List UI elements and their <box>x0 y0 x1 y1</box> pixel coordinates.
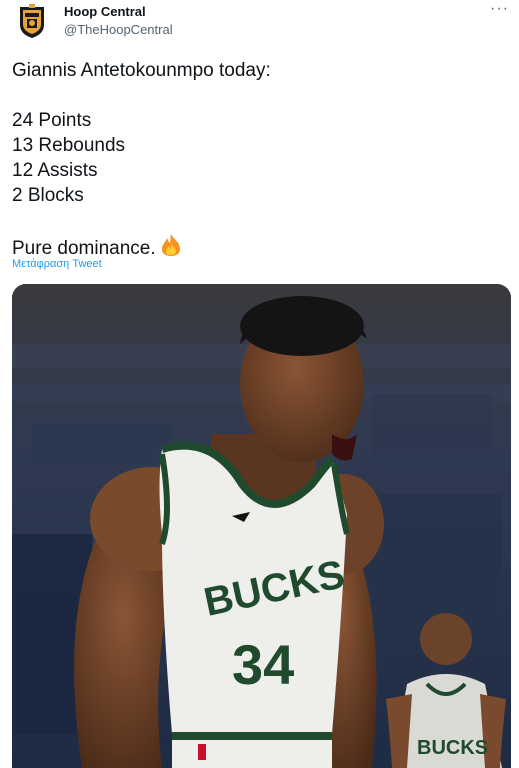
tweet-line-rebounds: 13 Rebounds <box>12 135 126 156</box>
tweet-line-points: 24 Points <box>12 110 92 131</box>
author-name[interactable]: Hoop Central <box>64 4 146 19</box>
more-horizontal-icon[interactable]: ··· <box>490 0 509 18</box>
tweet-line-assists: 12 Assists <box>12 160 98 181</box>
tweet-line-intro: Giannis Antetokounmpo today: <box>12 60 271 81</box>
photo-illustration: BUCKS BUCKS 34 <box>12 284 511 768</box>
tweet-line-blocks: 2 Blocks <box>12 185 84 206</box>
tweet-photo[interactable]: BUCKS BUCKS 34 <box>12 284 511 768</box>
translate-tweet-link[interactable]: Μετάφραση Tweet <box>12 258 102 270</box>
background-jersey-text: BUCKS <box>417 737 488 759</box>
author-handle[interactable]: @TheHoopCentral <box>64 22 173 37</box>
nba-logo <box>198 744 206 760</box>
closing-text: Pure dominance. <box>12 238 156 259</box>
jersey-number: 34 <box>232 633 294 696</box>
fire-emoji-icon <box>161 234 180 256</box>
tweet-text: Giannis Antetokounmpo today: 24 Points 1… <box>12 58 507 261</box>
avatar[interactable] <box>18 3 46 39</box>
tweet-header: Hoop Central @TheHoopCentral ··· <box>0 0 519 44</box>
tweet-line-closing: Pure dominance. <box>12 233 507 261</box>
